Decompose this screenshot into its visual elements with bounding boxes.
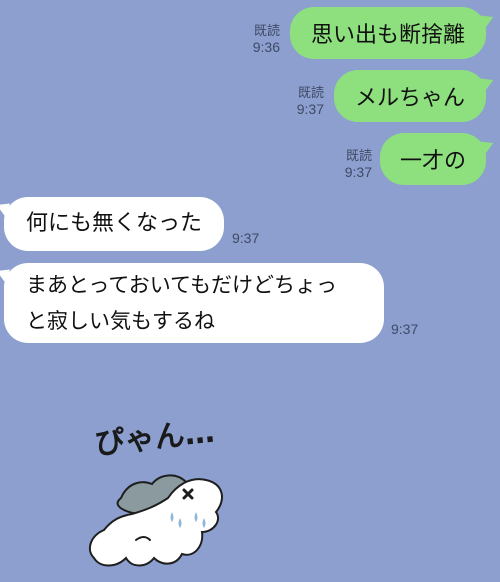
message-time: 9:37 [232,230,260,246]
message-text: 思い出も断捨離 [310,23,465,48]
incoming-message[interactable]: まあとっておいてもだけどちょっ と寂しい気もするね [4,263,384,343]
message-text-line: まあとっておいてもだけどちょっ [26,273,338,297]
outgoing-message[interactable]: 一才の [380,133,486,185]
outgoing-message[interactable]: メルちゃん [334,70,486,122]
message-text: 何にも無くなった [26,211,203,236]
outgoing-message[interactable]: 思い出も断捨離 [290,7,486,59]
message-text: メルちゃん [354,86,465,111]
message-meta: 既読 9:37 [278,84,324,118]
message-text: 一才の [399,149,466,174]
message-time: 9:36 [252,39,280,55]
message-meta: 既読 9:36 [234,22,280,56]
read-receipt: 既読 [297,85,324,100]
message-text-line: と寂しい気もするね [26,309,215,333]
chat-area: 既読 9:36 思い出も断捨離 既読 9:37 メルちゃん 既読 9:37 一才… [0,0,500,582]
message-time: 9:37 [391,321,419,337]
crying-ghost-sticker-icon: ぴゃん… [88,415,223,567]
sticker[interactable]: ぴゃん… [76,415,306,580]
message-time: 9:37 [296,101,324,117]
sticker-text: ぴゃん… [93,420,216,462]
message-time: 9:37 [344,164,372,180]
message-meta: 既読 9:37 [326,147,372,181]
read-receipt: 既読 [253,23,280,38]
read-receipt: 既読 [345,148,372,163]
incoming-message[interactable]: 何にも無くなった [4,197,224,251]
